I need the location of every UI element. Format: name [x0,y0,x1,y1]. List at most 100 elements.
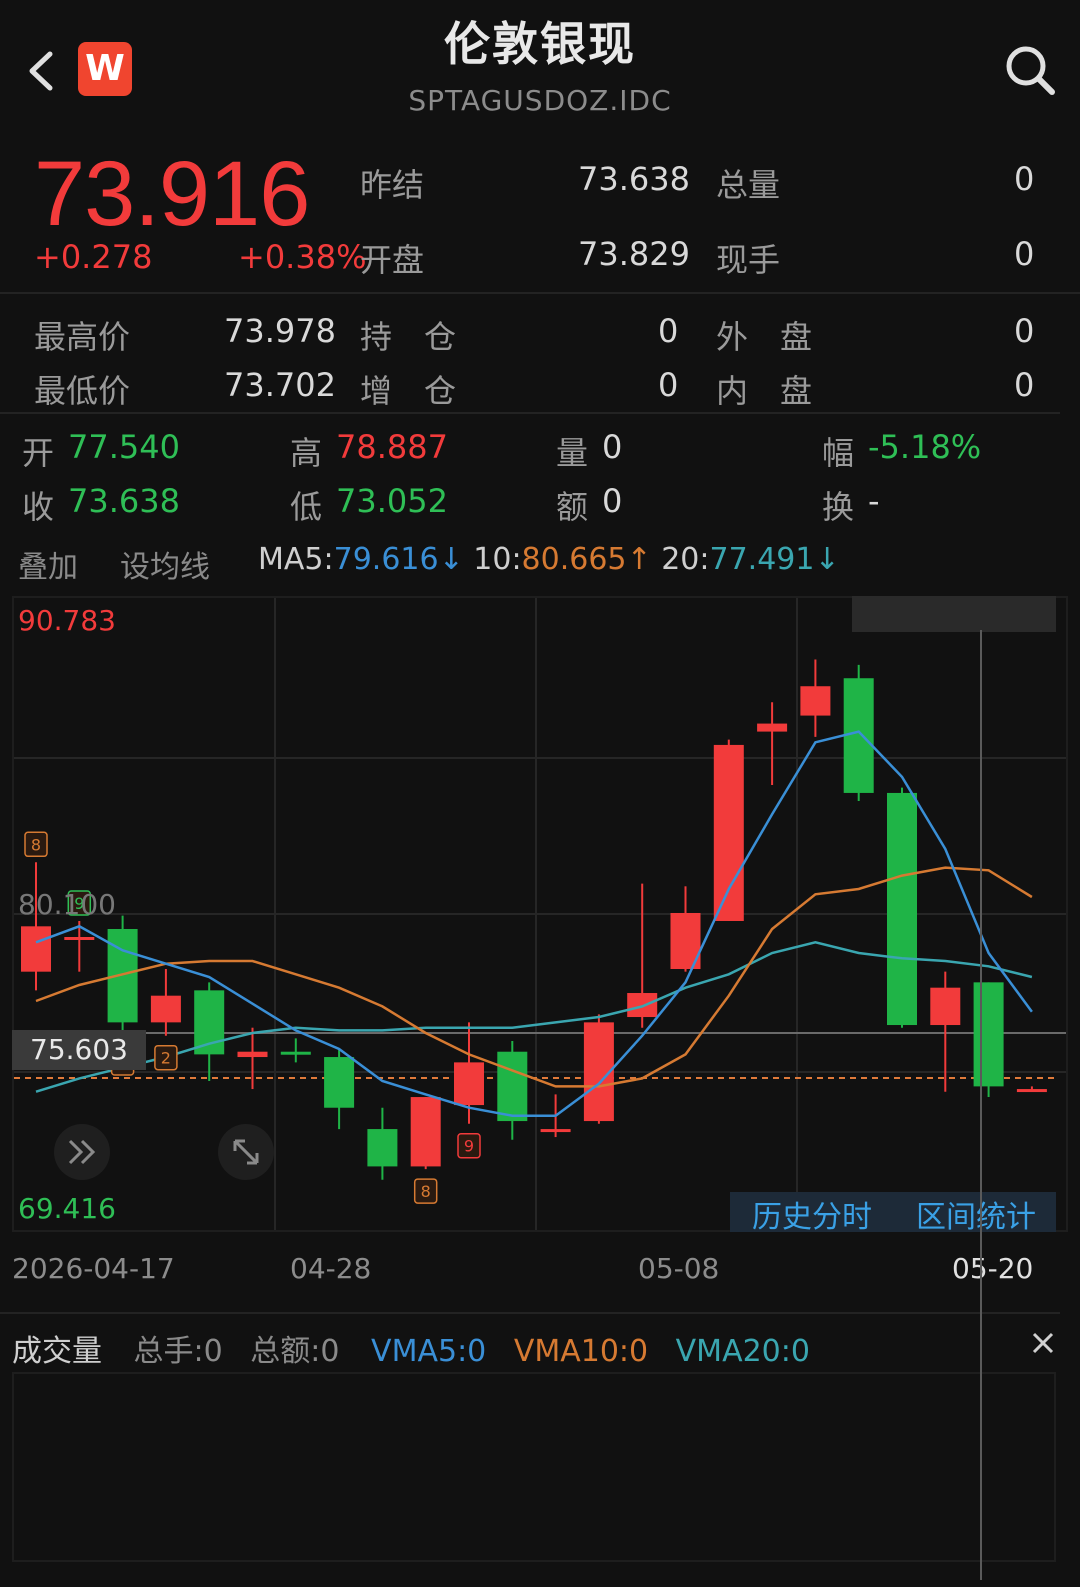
high-value: 73.978 [224,312,336,350]
candle-body [800,686,831,716]
candle-body [150,995,181,1023]
candle-body [627,993,658,1018]
volume-title: 成交量 [12,1334,102,1369]
date-label: 2026-04-17 [12,1252,175,1285]
kline-chart[interactable]: 891298 [12,596,1068,1232]
ma10-value: 80.665↑ [521,542,652,577]
range-stats-button[interactable]: 区间统计 [916,1192,1036,1236]
candle-body [757,723,788,732]
high-label: 最高价 [34,318,131,356]
expand-right-icon[interactable] [54,1124,110,1180]
inner-value: 0 [1014,366,1035,404]
kline-svg[interactable]: 891298 [14,598,1066,1230]
ymax-label: 90.783 [18,604,116,637]
candle-body [237,1051,268,1058]
date-label: 05-08 [638,1252,720,1285]
k-amp-label: 幅 [822,434,855,472]
outer-value: 0 [1014,312,1035,350]
candle-body [454,1062,484,1106]
ma5-value: 79.616↓ [333,542,464,577]
k-turn-label: 换 [822,488,855,526]
outer-label: 外 盘 [716,318,813,356]
k-high-label: 高 [290,434,323,472]
blurred-tooltip [852,596,1056,632]
signal-marker-label: 2 [161,1049,171,1068]
candle-body [497,1051,528,1122]
k-amt-value: 0 [602,482,623,520]
search-icon[interactable] [1002,42,1058,98]
signal-marker-label: 8 [421,1182,431,1201]
oi-change-value: 0 [658,366,679,404]
crosshair-vertical [980,630,982,1580]
k-low-value: 73.052 [336,482,448,520]
total-amount: 总额:0 [250,1334,340,1369]
total-volume-label: 总量 [716,166,781,204]
close-icon[interactable] [1028,1328,1058,1358]
last-price: 73.916 [34,143,310,245]
ymid-label: 80.100 [18,888,116,921]
set-ma-button[interactable]: 设均线 [120,542,210,586]
low-label: 最低价 [34,372,131,410]
crosshair-price-label: 75.603 [12,1030,146,1070]
page-title: 伦敦银现 [444,17,636,71]
k-high-value: 78.887 [336,428,448,466]
prev-settle-value: 73.638 [578,160,690,198]
ma5-label: MA5: [258,542,334,577]
candle-body [410,1097,441,1167]
inner-label: 内 盘 [716,372,813,410]
history-intraday-button[interactable]: 历史分时 [752,1192,872,1236]
candle-body [1016,1089,1047,1093]
price-change-pct: +0.38% [238,238,367,276]
candle-body [843,678,874,793]
ma20-label: 20: [661,542,710,577]
date-label: 05-20 [952,1252,1034,1285]
oi-change-label: 增 仓 [360,372,457,410]
prev-settle-label: 昨结 [360,166,425,204]
k-close-value: 73.638 [68,482,180,520]
volume-chart[interactable] [12,1372,1056,1562]
signal-marker-label: 9 [464,1137,474,1156]
candle-body [973,982,1004,1087]
date-label: 04-28 [290,1252,372,1285]
instrument-code: SPTAGUSDOZ.IDC [408,84,672,117]
vma5: VMA5:0 [371,1334,487,1369]
candle-body [887,792,917,1026]
ma5-line [35,730,1033,1117]
ma-legend: MA5:79.616↓ 10:80.665↑ 20:77.491↓ [258,542,840,577]
candle-body [21,926,51,972]
candle-body [367,1129,398,1167]
k-vol-label: 量 [556,434,589,472]
candle-body [930,987,961,1026]
divider [0,292,1080,294]
k-amp-value: -5.18% [868,428,982,466]
open-label: 开盘 [360,241,425,279]
overlay-button[interactable]: 叠加 [18,542,78,586]
open-interest-value: 0 [658,312,679,350]
candle-body [540,1129,571,1133]
candle-body [280,1051,311,1055]
candle-body [324,1057,355,1108]
vma10: VMA10:0 [513,1334,649,1369]
ma10-line [35,866,1033,1088]
signal-marker-label: 8 [31,835,41,854]
k-open-value: 77.540 [68,428,180,466]
k-vol-value: 0 [602,428,623,466]
volume-header: 成交量 总手:0 总额:0 VMA5:0 VMA10:0 VMA20:0 [12,1326,810,1370]
open-interest-label: 持 仓 [360,318,457,356]
ma20-line [35,941,1033,1093]
total-hands: 总手:0 [133,1334,223,1369]
open-value: 73.829 [578,235,690,273]
k-turn-value: - [868,482,880,520]
chart-action-bar: 历史分时 区间统计 [730,1192,1056,1235]
candle-body [713,744,744,921]
ymin-label: 69.416 [18,1192,116,1225]
vma20: VMA20:0 [675,1334,810,1369]
price-change: +0.278 [34,238,153,276]
current-hand-label: 现手 [716,241,781,279]
divider [0,412,1060,414]
current-hand-value: 0 [1014,235,1035,273]
total-volume-value: 0 [1014,160,1035,198]
k-close-label: 收 [22,488,55,526]
fullscreen-icon[interactable] [218,1124,274,1180]
low-value: 73.702 [224,366,336,404]
